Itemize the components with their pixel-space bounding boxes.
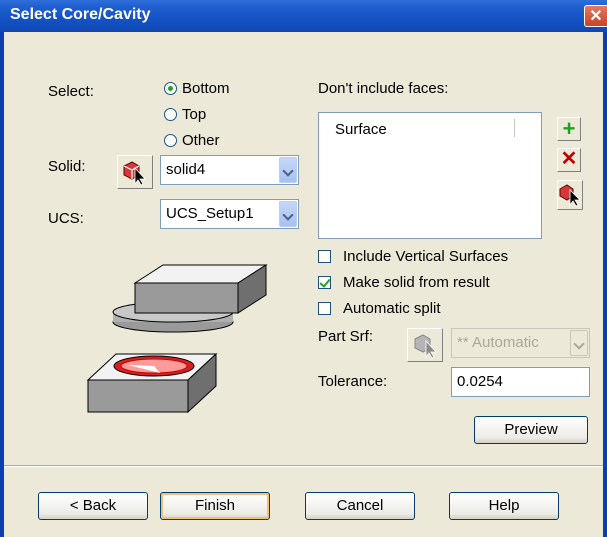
pick-face-icon xyxy=(559,184,581,207)
chevron-down-icon[interactable] xyxy=(279,157,297,183)
add-face-button[interactable]: + xyxy=(557,117,581,141)
part-srf-value: ** Automatic xyxy=(457,334,539,351)
core-cavity-illustration xyxy=(86,264,268,414)
solid-select[interactable]: solid4 xyxy=(160,155,299,185)
pick-face-button[interactable] xyxy=(557,180,583,210)
window-frame-right xyxy=(603,32,607,537)
radio-top-label[interactable]: Top xyxy=(182,106,206,123)
part-srf-select[interactable]: ** Automatic xyxy=(451,328,590,358)
surface-column-header[interactable]: Surface xyxy=(335,121,387,138)
chevron-down-icon[interactable] xyxy=(279,201,297,227)
tolerance-input[interactable]: 0.0254 xyxy=(451,367,590,397)
automatic-split-checkbox[interactable] xyxy=(318,302,331,315)
remove-face-button[interactable]: ✕ xyxy=(557,148,581,172)
solid-label: Solid: xyxy=(48,158,86,175)
include-vertical-label[interactable]: Include Vertical Surfaces xyxy=(343,248,508,265)
faces-label: Don't include faces: xyxy=(318,80,449,97)
separator xyxy=(4,465,603,467)
column-divider[interactable] xyxy=(514,119,515,137)
part-srf-label: Part Srf: xyxy=(318,328,374,345)
chevron-down-icon[interactable] xyxy=(570,330,588,356)
ucs-select-value: UCS_Setup1 xyxy=(166,205,254,222)
pick-surface-icon xyxy=(414,334,437,359)
pick-part-srf-button[interactable] xyxy=(407,328,443,362)
back-button[interactable]: < Back xyxy=(38,492,148,520)
radio-bottom[interactable] xyxy=(164,82,177,95)
make-solid-label[interactable]: Make solid from result xyxy=(343,274,490,291)
radio-other-label[interactable]: Other xyxy=(182,132,220,149)
radio-other[interactable] xyxy=(164,134,177,147)
ucs-select[interactable]: UCS_Setup1 xyxy=(160,199,299,229)
pick-solid-icon xyxy=(123,161,146,186)
include-vertical-checkbox[interactable] xyxy=(318,250,331,263)
pick-solid-button[interactable] xyxy=(117,155,153,189)
tolerance-value: 0.0254 xyxy=(457,373,503,390)
close-button[interactable]: ✕ xyxy=(584,5,607,27)
x-icon: ✕ xyxy=(560,148,578,170)
faces-list[interactable]: Surface xyxy=(318,112,542,239)
cancel-button[interactable]: Cancel xyxy=(305,492,415,520)
tolerance-label: Tolerance: xyxy=(318,373,388,390)
radio-top[interactable] xyxy=(164,108,177,121)
make-solid-checkbox[interactable] xyxy=(318,276,331,289)
window-title: Select Core/Cavity xyxy=(10,6,151,23)
solid-select-value: solid4 xyxy=(166,161,206,178)
window-frame-left xyxy=(0,32,4,537)
automatic-split-label[interactable]: Automatic split xyxy=(343,300,441,317)
radio-bottom-label[interactable]: Bottom xyxy=(182,80,230,97)
select-label: Select: xyxy=(48,83,94,100)
help-button[interactable]: Help xyxy=(449,492,559,520)
ucs-label: UCS: xyxy=(48,210,84,227)
finish-button[interactable]: Finish xyxy=(160,492,270,520)
plus-icon: + xyxy=(562,116,576,141)
preview-button[interactable]: Preview xyxy=(474,416,588,444)
